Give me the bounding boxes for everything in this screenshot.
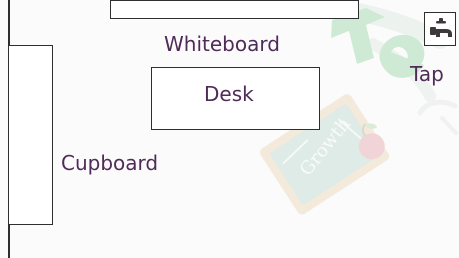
- desk-label: Desk: [204, 82, 254, 106]
- classroom-diagram: Growth Whiteboard Desk Tap Cupboard: [0, 0, 459, 258]
- tap-label: Tap: [410, 62, 444, 86]
- tap-box: [424, 12, 456, 46]
- cupboard-shape: [8, 45, 53, 225]
- whiteboard-shape: [110, 0, 359, 19]
- tap-icon: [430, 18, 452, 37]
- whiteboard-label: Whiteboard: [164, 32, 280, 56]
- cupboard-label: Cupboard: [61, 151, 159, 175]
